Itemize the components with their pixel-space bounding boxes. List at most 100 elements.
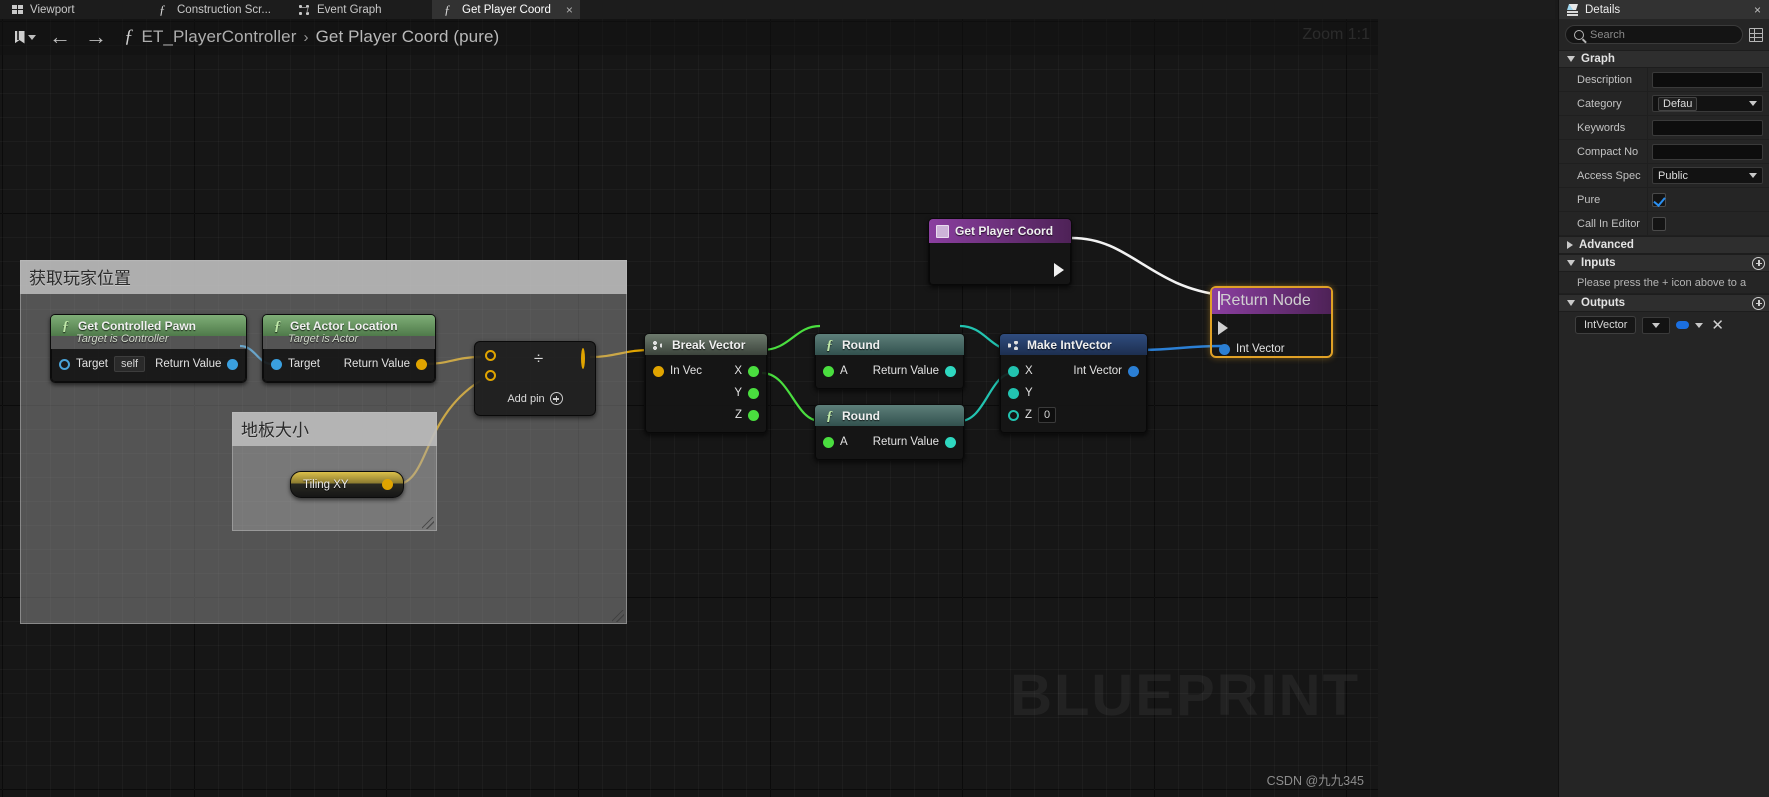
back-button[interactable]: ← [42,24,78,50]
comment-title[interactable]: 获取玩家位置 [20,260,627,294]
chevron-down-icon [1567,56,1575,62]
tiling-xy-output-pin[interactable] [382,479,393,490]
node-get-player-coord-entry[interactable]: Get Player Coord [928,218,1072,286]
pin-row-y[interactable]: Y [646,382,766,404]
int-vector-input-pin[interactable] [1219,343,1230,355]
graph-canvas[interactable]: 获取玩家位置 地板大小 ƒ Get Controlled Pawn Target… [0,19,1378,797]
details-tab[interactable]: Details × [1559,0,1769,19]
node-round-top[interactable]: ƒ Round A Return Value [814,333,965,390]
tab-viewport[interactable]: Viewport [0,0,147,19]
output-type-combo[interactable] [1642,316,1671,334]
compact-node-title-field[interactable] [1652,143,1763,160]
a-input-pin[interactable] [823,365,834,377]
pin-row-target[interactable]: Target self Return Value [52,353,245,375]
pin-row-x[interactable]: X Int Vector [1001,360,1146,382]
return-value-output-pin[interactable] [945,365,956,377]
comment-title[interactable]: 地板大小 [232,412,437,446]
node-divide[interactable]: ÷ Add pin [474,341,596,416]
divide-output-pin[interactable] [581,348,585,369]
close-icon[interactable]: × [1754,3,1761,17]
bookmark-dropdown-button[interactable] [8,24,42,50]
close-icon[interactable]: × [566,3,573,17]
return-value-output-pin[interactable] [416,358,427,370]
breadcrumb-leaf[interactable]: Get Player Coord (pure) [316,27,500,47]
int-vector-output-pin[interactable] [1128,365,1139,377]
tab-get-player-coord[interactable]: ƒ Get Player Coord × [432,0,580,19]
resize-handle[interactable] [422,517,434,529]
in-vec-input-pin[interactable] [653,365,664,377]
category-combo[interactable]: Defau [1652,95,1763,112]
keywords-field[interactable] [1652,119,1763,136]
forward-button[interactable]: → [78,24,114,50]
property-row-access-specifier: Access Spec Public [1559,164,1769,188]
exec-output-pin[interactable] [1054,263,1064,277]
node-return[interactable]: Return Node Int Vector [1210,286,1333,358]
output-name-field[interactable]: IntVector [1575,316,1637,334]
pin-row-a[interactable]: A Return Value [816,431,963,453]
property-value: Public [1647,164,1769,187]
pin-row-z[interactable]: Z [646,404,766,426]
pin-row-intvector[interactable]: Int Vector [1212,338,1331,360]
self-value[interactable]: self [113,356,146,372]
x-output-pin[interactable] [748,365,759,377]
description-field[interactable] [1652,71,1763,88]
pin-row-a[interactable]: A Return Value [816,360,963,382]
chevron-down-icon [1749,101,1757,106]
exec-input-pin[interactable] [1218,321,1228,335]
pure-checkbox[interactable] [1652,192,1666,207]
y-input-pin[interactable] [1008,387,1019,399]
node-get-actor-location[interactable]: ƒ Get Actor Location Target is Actor Tar… [262,314,436,383]
node-get-controlled-pawn[interactable]: ƒ Get Controlled Pawn Target is Controll… [50,314,247,383]
wire-breaky-to-roundbottom [761,371,821,423]
resize-handle[interactable] [612,610,624,622]
a-input-pin[interactable] [823,436,834,448]
pin-row-invec[interactable]: In Vec X [646,360,766,382]
z-value-field[interactable]: 0 [1038,407,1057,423]
node-body: X Int Vector Y Z 0 [1000,355,1147,433]
pin-row-exec[interactable] [1212,318,1331,338]
target-input-pin[interactable] [271,358,282,370]
pin-row-y[interactable]: Y [1001,382,1146,404]
section-header-graph[interactable]: Graph [1559,50,1769,68]
section-header-inputs[interactable]: Inputs [1559,254,1769,272]
breadcrumb-root[interactable]: ET_PlayerController [142,27,297,47]
return-value-output-pin[interactable] [227,358,239,370]
tab-construction-script[interactable]: ƒ Construction Scr... [147,0,287,19]
add-output-icon[interactable] [1752,296,1765,310]
node-header: ƒ Round [815,405,964,426]
section-header-outputs[interactable]: Outputs [1559,294,1769,312]
target-input-pin[interactable] [59,358,70,370]
node-round-bottom[interactable]: ƒ Round A Return Value [814,404,965,461]
call-in-editor-checkbox[interactable] [1652,216,1666,231]
y-output-pin[interactable] [748,387,759,399]
search-input[interactable]: Search [1565,25,1743,44]
settings-grid-icon[interactable] [1749,27,1763,42]
property-row-pure: Pure [1559,188,1769,212]
tab-event-graph[interactable]: Event Graph [287,0,432,19]
node-header: Break Vector [645,334,767,355]
node-header: Return Node [1212,288,1331,314]
return-value-output-pin[interactable] [945,436,956,448]
chevron-down-icon[interactable] [1695,322,1704,328]
node-break-vector[interactable]: Break Vector In Vec X Y Z [644,333,768,434]
divide-input-a-pin[interactable] [485,350,496,361]
section-header-advanced[interactable]: Advanced [1559,236,1769,254]
break-struct-icon [653,339,666,352]
pin-row-target[interactable]: Target Return Value [264,353,434,375]
access-specifier-combo[interactable]: Public [1652,167,1763,184]
pin-row-z[interactable]: Z 0 [1001,404,1146,426]
property-value [1647,68,1769,91]
z-input-pin[interactable] [1008,409,1019,421]
x-input-pin[interactable] [1008,365,1019,377]
z-output-pin[interactable] [748,409,759,421]
category-value[interactable]: Defau [1658,96,1698,111]
node-make-intvector[interactable]: Make IntVector X Int Vector Y Z 0 [999,333,1148,434]
node-title: Round [842,338,880,352]
remove-output-button[interactable]: ✕ [1711,316,1724,334]
divide-input-b-pin[interactable] [485,370,496,381]
add-input-icon[interactable] [1752,256,1765,270]
plus-icon[interactable] [549,392,563,405]
add-pin-button[interactable]: Add pin [485,392,585,405]
node-tiling-xy[interactable]: Tiling XY [290,471,404,498]
node-header: Make IntVector [1000,334,1147,355]
